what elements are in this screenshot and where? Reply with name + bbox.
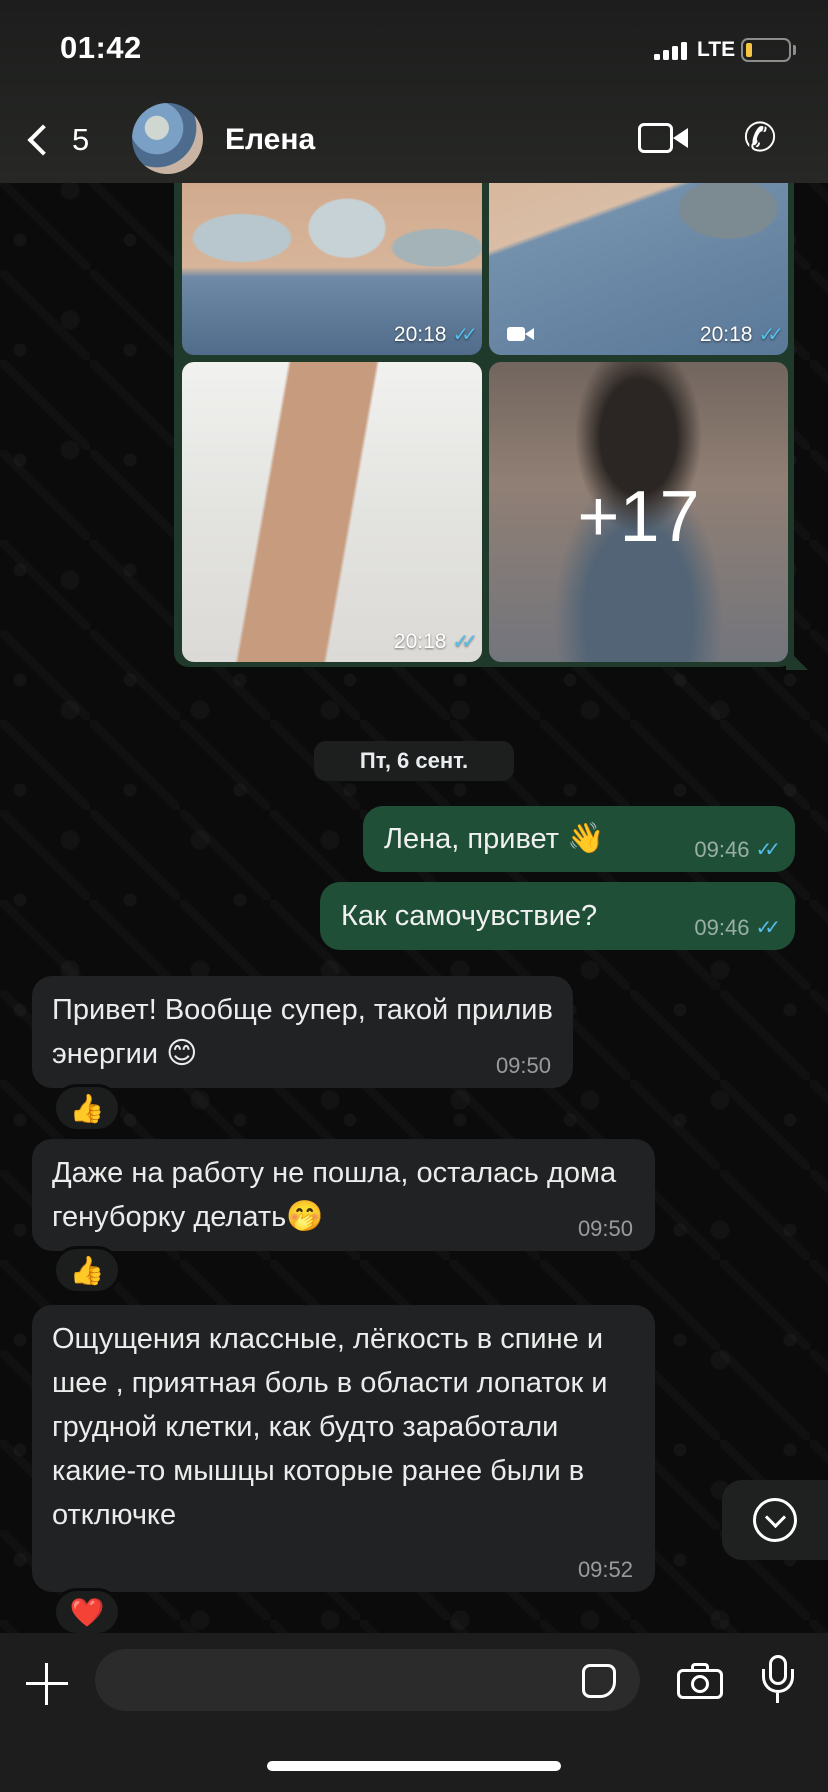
scroll-to-bottom-button[interactable] (722, 1480, 828, 1560)
contact-name[interactable]: Елена (225, 123, 315, 157)
message-input[interactable] (95, 1649, 640, 1711)
network-type: LTE (697, 38, 736, 61)
incoming-message[interactable]: Привет! Вообще супер, такой прилив энерг… (32, 976, 573, 1088)
message-text: Привет! Вообще супер, такой прилив энерг… (52, 994, 553, 1070)
tile-timestamp: 20:18 ✓✓ (393, 322, 478, 347)
read-ticks-icon: ✓✓ (755, 839, 780, 861)
plus-icon[interactable] (26, 1663, 68, 1705)
message-text: Как самочувствие? (341, 900, 598, 932)
battery-tip (793, 45, 796, 55)
outgoing-message[interactable]: Как самочувствие? 09:46 ✓✓ (320, 882, 795, 950)
status-time: 01:42 (60, 30, 142, 65)
video-lens-shape (673, 128, 688, 148)
video-badge-icon (507, 325, 535, 343)
photo-thumbnail-1[interactable]: 20:18 ✓✓ (182, 160, 482, 355)
photo-thumbnail-3[interactable]: 20:18 ✓✓ (182, 362, 482, 662)
video-call-button[interactable] (638, 120, 690, 156)
message-text: Лена, привет (384, 823, 559, 855)
message-input-bar (0, 1633, 828, 1792)
incoming-message[interactable]: Ощущения классные, лёгкость в спине и ше… (32, 1305, 655, 1592)
outgoing-message[interactable]: Лена, привет 👋 09:46 ✓✓ (363, 806, 795, 872)
date-separator: Пт, 6 сент. (314, 741, 514, 781)
microphone-icon[interactable] (762, 1655, 794, 1707)
incoming-message[interactable]: Даже на работу не пошла, осталась дома г… (32, 1139, 655, 1251)
hand-over-mouth-emoji: 🤭 (286, 1199, 324, 1234)
more-media-count: +17 (577, 477, 700, 557)
message-timestamp: 09:52 (577, 1557, 633, 1582)
tile-timestamp: 20:18 ✓✓ (699, 322, 784, 347)
message-text: Даже на работу не пошла, осталась дома г… (52, 1157, 617, 1233)
reaction-heart[interactable]: ❤️ (53, 1588, 121, 1636)
message-timestamp: 09:50 (495, 1053, 551, 1078)
chevron-down-icon (753, 1498, 797, 1542)
unread-count: 5 (72, 122, 90, 157)
status-bar: 01:42 LTE (0, 0, 828, 100)
camera-icon[interactable] (677, 1663, 723, 1699)
message-text: Ощущения классные, лёгкость в спине и ше… (52, 1323, 608, 1531)
avatar[interactable] (132, 103, 203, 174)
read-ticks-icon: ✓✓ (755, 917, 780, 939)
read-ticks-icon: ✓✓ (452, 324, 477, 346)
home-indicator (267, 1761, 561, 1771)
back-chevron-icon (27, 124, 59, 156)
reaction-thumbs-up[interactable]: 👍 (53, 1084, 121, 1132)
battery-icon (741, 38, 791, 62)
read-ticks-icon: ✓✓ (758, 324, 783, 346)
message-timestamp: 09:46 ✓✓ (694, 837, 780, 862)
sticker-icon[interactable] (582, 1664, 616, 1698)
message-timestamp: 09:46 ✓✓ (694, 915, 780, 940)
signal-strength-icon (654, 40, 690, 60)
read-ticks-icon: ✓✓ (452, 631, 477, 653)
video-thumbnail[interactable]: 20:18 ✓✓ (489, 160, 788, 355)
back-button[interactable]: 5 (22, 118, 102, 162)
reaction-thumbs-up[interactable]: 👍 (53, 1246, 121, 1294)
phone-icon[interactable]: ✆ (736, 114, 784, 162)
tile-timestamp: 20:18 ✓✓ (393, 629, 478, 654)
smiling-face-emoji: 😊 (166, 1036, 198, 1071)
waving-hand-emoji: 👋 (567, 821, 605, 856)
more-media-tile[interactable]: +17 (489, 362, 788, 662)
video-call-icon (638, 123, 673, 153)
message-timestamp: 09:50 (577, 1216, 633, 1241)
